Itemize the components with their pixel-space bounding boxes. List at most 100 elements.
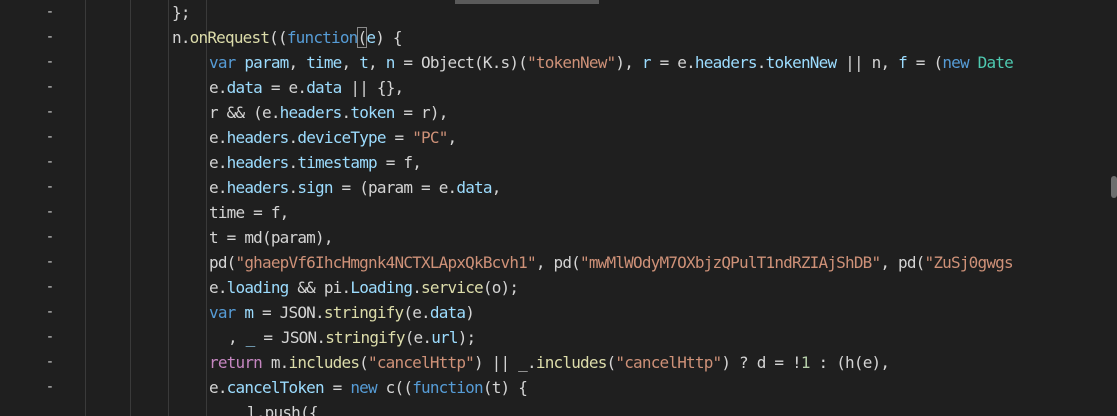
code-line[interactable]: time = f, — [209, 200, 289, 225]
code-token: time = f, — [209, 203, 289, 222]
code-token: (e. — [403, 303, 430, 322]
code-token: = e. — [262, 78, 307, 97]
code-token: sign — [297, 178, 333, 197]
code-token: e. — [209, 78, 227, 97]
code-token: (o); — [482, 278, 519, 297]
code-token: e. — [209, 128, 227, 147]
code-token: loading — [226, 278, 290, 297]
code-token: e. — [209, 378, 227, 397]
code-token: data — [226, 78, 263, 97]
code-token: Loading — [350, 278, 413, 297]
code-token: e — [366, 28, 376, 47]
code-line[interactable]: l.push({ — [247, 400, 318, 416]
code-token: timestamp — [297, 153, 377, 172]
code-token: e. — [209, 178, 227, 197]
code-token: "PC" — [412, 128, 448, 147]
code-token: = — [385, 128, 413, 147]
code-line[interactable]: e.headers.timestamp = f, — [209, 150, 422, 175]
code-token: stringify — [323, 303, 404, 322]
code-token: = (param = e. — [332, 178, 458, 197]
code-token: c(( — [376, 378, 413, 397]
code-line[interactable]: e.loading && pi.Loading.service(o); — [209, 275, 519, 300]
code-token: "ZuSj0gwgs — [924, 253, 1014, 272]
code-token: f — [898, 53, 908, 72]
code-line[interactable]: var m = JSON.stringify(e.data) — [209, 300, 475, 325]
code-token: headers — [226, 178, 290, 197]
code-editor[interactable]: ---------------- }; n.onRequest((function… — [0, 0, 1117, 416]
code-token: data — [429, 303, 466, 322]
code-line[interactable]: e.headers.deviceType = "PC", — [209, 125, 458, 150]
code-token: = Object(K.s)( — [394, 53, 528, 72]
code-token: m — [244, 303, 254, 322]
code-token: function — [412, 378, 483, 397]
code-token: , — [368, 53, 386, 72]
code-token: l.push({ — [247, 403, 318, 416]
scrollbar-thumb[interactable] — [1111, 176, 1117, 198]
code-token: = — [323, 378, 351, 397]
code-token: includes — [288, 353, 360, 372]
code-token: . — [756, 53, 767, 72]
code-line[interactable]: pd("ghaepVf6IhcHmgnk4NCTXLApxQkBcvh1", p… — [209, 250, 1014, 275]
code-token: r && (e. — [209, 103, 280, 122]
code-token: new — [350, 378, 377, 397]
code-line[interactable]: var param, time, t, n = Object(K.s)("tok… — [209, 50, 1014, 75]
code-token: time — [306, 53, 342, 72]
code-token: n. — [172, 28, 190, 47]
code-token: var — [209, 303, 236, 322]
code-token: = f, — [376, 153, 422, 172]
code-token: (t) { — [482, 378, 528, 397]
code-token: new — [942, 53, 969, 72]
code-token: = ( — [906, 53, 943, 72]
code-line[interactable]: , _ = JSON.stringify(e.url); — [228, 325, 476, 350]
code-token: , — [447, 128, 458, 147]
code-token: headers — [226, 153, 290, 172]
code-line[interactable]: return m.includes("cancelHttp") || _.inc… — [209, 350, 890, 375]
code-token: token — [350, 103, 395, 122]
code-line[interactable]: e.data = e.data || {}, — [209, 75, 404, 100]
code-token: ); — [457, 328, 476, 347]
code-token: data — [306, 78, 342, 97]
code-token: onRequest — [189, 28, 270, 47]
code-token: r — [641, 53, 652, 72]
code-token: data — [456, 178, 492, 197]
code-token: , — [288, 53, 307, 72]
code-token: t = md(param), — [209, 228, 333, 247]
code-token: e. — [209, 153, 227, 172]
code-line[interactable]: n.onRequest((function(e) { — [172, 25, 402, 50]
code-token: , pd( — [880, 253, 925, 272]
code-token: = e. — [650, 53, 696, 72]
code-line[interactable]: e.cancelToken = new c((function(t) { — [209, 375, 528, 400]
code-token: url — [431, 328, 458, 347]
code-token: includes — [535, 353, 607, 372]
code-token: ( — [359, 353, 369, 372]
code-line[interactable]: t = md(param), — [209, 225, 333, 250]
code-token: service — [421, 278, 484, 297]
code-line[interactable]: e.headers.sign = (param = e.data, — [209, 175, 501, 200]
code-token: , pd( — [535, 253, 581, 272]
code-line[interactable]: }; — [172, 0, 190, 25]
code-token: function — [286, 28, 358, 47]
code-token: param — [244, 53, 289, 72]
code-token: headers — [279, 103, 343, 122]
code-token: stringify — [325, 328, 405, 347]
code-token: n — [385, 53, 396, 72]
code-token: deviceType — [297, 128, 386, 147]
code-token: headers — [694, 53, 758, 72]
code-token: || {}, — [341, 78, 404, 97]
code-line[interactable]: r && (e.headers.token = r), — [209, 100, 448, 125]
code-token: ) ? d = ! — [721, 353, 801, 372]
code-token: = JSON. — [253, 303, 325, 322]
code-token: ) || _. — [474, 353, 537, 372]
code-token: "mwMlWOdyM7OXbjzQPulT1ndRZIAjShDB" — [580, 253, 881, 272]
code-token: pd( — [209, 253, 236, 272]
code-token: = r), — [394, 103, 448, 122]
code-token: || n, — [836, 53, 899, 72]
code-token: m. — [262, 353, 289, 372]
code-token: , — [228, 328, 246, 347]
code-token: : (h(e), — [809, 353, 890, 372]
vertical-scrollbar[interactable] — [1110, 0, 1117, 416]
code-token: , — [341, 53, 360, 72]
code-area[interactable]: }; n.onRequest((function(e) {var param, t… — [0, 0, 1117, 416]
code-token: "tokenNew" — [527, 53, 616, 72]
